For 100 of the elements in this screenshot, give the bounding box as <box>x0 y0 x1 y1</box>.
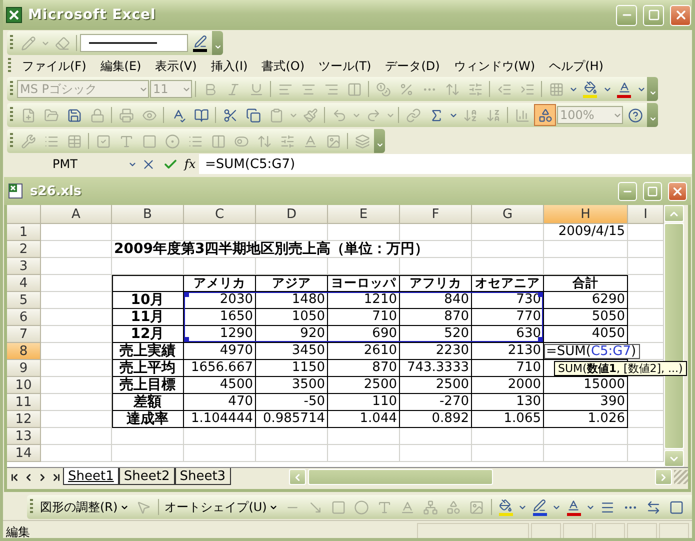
table-cell: アメリカ <box>184 275 256 292</box>
table-cell: 390 <box>544 394 628 411</box>
formula-field[interactable]: =SUM(C5:G7) <box>199 154 692 174</box>
row-header[interactable]: 8 <box>7 343 41 360</box>
toolbar-grip[interactable] <box>10 133 13 149</box>
table-cell <box>112 428 184 445</box>
row-header[interactable]: 3 <box>7 258 41 275</box>
draw-menu-button[interactable]: 図形の調整(R) <box>37 496 132 518</box>
menu-item[interactable]: 編集(E) <box>94 56 148 76</box>
table-cell: アフリカ <box>400 275 472 292</box>
column-header[interactable]: E <box>328 205 400 224</box>
table-cell <box>41 445 112 462</box>
table-cell: 4970 <box>184 343 256 360</box>
column-header[interactable]: C <box>184 205 256 224</box>
row-header[interactable]: 6 <box>7 309 41 326</box>
table-cell <box>112 258 184 275</box>
insert-function-button[interactable]: fx <box>181 157 199 171</box>
toolbar-grip[interactable] <box>10 35 13 51</box>
maximize-button[interactable] <box>643 4 664 26</box>
row-header[interactable]: 1 <box>7 224 41 241</box>
table-cell: 2000 <box>472 377 544 394</box>
window-title: Microsoft Excel <box>28 7 157 23</box>
drawing-icon[interactable] <box>534 104 556 126</box>
row-header[interactable]: 13 <box>7 428 41 445</box>
table-cell: 2230 <box>400 343 472 360</box>
close-button[interactable] <box>668 182 687 200</box>
table-cell: -270 <box>400 394 472 411</box>
maximize-button[interactable] <box>643 182 662 200</box>
table-cell: 1150 <box>256 360 328 377</box>
workbook-icon <box>8 183 24 199</box>
row-header[interactable]: 10 <box>7 377 41 394</box>
toolbar-grip[interactable] <box>10 107 13 123</box>
menu-item[interactable]: 表示(V) <box>149 56 203 76</box>
column-header[interactable]: G <box>472 205 544 224</box>
row-header[interactable]: 5 <box>7 292 41 309</box>
table-cell: アジア <box>256 275 328 292</box>
table-cell: 3500 <box>256 377 328 394</box>
name-box[interactable]: PMT <box>3 155 127 173</box>
sheet-tab[interactable]: Sheet2 <box>118 468 175 485</box>
toolbar-options-button[interactable] <box>647 77 658 101</box>
table-cell: 15000 <box>544 377 628 394</box>
menu-item[interactable]: 挿入(I) <box>204 56 254 76</box>
minimize-button[interactable] <box>616 4 637 26</box>
column-header[interactable]: F <box>400 205 472 224</box>
row-header[interactable]: 2 <box>7 241 41 258</box>
table-cell: 0.985714 <box>256 411 328 428</box>
table-cell <box>41 309 112 326</box>
select-all-button[interactable] <box>7 205 41 224</box>
table-cell: 11月 <box>112 309 184 326</box>
table-cell: 売上平均 <box>112 360 184 377</box>
scroll-down-button[interactable] <box>664 450 684 467</box>
scroll-right-button[interactable] <box>655 469 672 485</box>
line-style-field[interactable] <box>80 34 188 52</box>
table-cell: 470 <box>184 394 256 411</box>
menu-item[interactable]: 書式(O) <box>256 56 311 76</box>
cell-editor[interactable]: =SUM(C5:G7) <box>544 344 640 359</box>
close-button[interactable] <box>670 4 691 26</box>
row-header[interactable]: 4 <box>7 275 41 292</box>
table-cell: 920 <box>256 326 328 343</box>
toolbar-grip[interactable] <box>8 58 11 74</box>
toolbar-grip[interactable] <box>10 81 13 97</box>
table-cell <box>328 258 400 275</box>
menu-item[interactable]: ツール(T) <box>312 56 378 76</box>
minimize-button[interactable] <box>618 182 637 200</box>
scroll-up-button[interactable] <box>664 205 684 222</box>
table-cell: 4050 <box>544 326 628 343</box>
menu-item[interactable]: ファイル(F) <box>16 56 92 76</box>
menu-item[interactable]: ヘルプ(H) <box>543 56 610 76</box>
table-cell: 870 <box>400 309 472 326</box>
sheet-tab[interactable]: Sheet1 <box>63 468 119 485</box>
toolbar-options-button[interactable] <box>647 103 658 127</box>
table-cell <box>472 241 544 258</box>
table-cell: 1.104444 <box>184 411 256 428</box>
table-cell: 2009/4/15 <box>544 224 628 241</box>
column-header[interactable]: A <box>41 205 112 224</box>
toolbar-options-button[interactable] <box>374 129 385 153</box>
row-header[interactable]: 7 <box>7 326 41 343</box>
column-header[interactable]: D <box>256 205 328 224</box>
row-header[interactable]: 9 <box>7 360 41 377</box>
table-cell <box>41 428 112 445</box>
table-cell: 840 <box>400 292 472 309</box>
row-header[interactable]: 14 <box>7 445 41 462</box>
autoshapes-menu-button[interactable]: オートシェイプ(U) <box>162 496 281 518</box>
row-header[interactable]: 12 <box>7 411 41 428</box>
column-header[interactable]: B <box>112 205 184 224</box>
table-cell: 743.3333 <box>400 360 472 377</box>
menu-item[interactable]: データ(D) <box>379 56 446 76</box>
column-header[interactable]: I <box>628 205 664 224</box>
size-grip[interactable] <box>674 470 688 484</box>
scroll-thumb[interactable] <box>308 469 493 485</box>
row-header[interactable]: 11 <box>7 394 41 411</box>
table-cell: 10月 <box>112 292 184 309</box>
toolbar-grip[interactable] <box>30 499 33 515</box>
sheet-tab[interactable]: Sheet3 <box>174 468 231 485</box>
column-header[interactable]: H <box>544 205 628 224</box>
menu-item[interactable]: ウィンドウ(W) <box>448 56 542 76</box>
scroll-left-button[interactable] <box>288 469 306 485</box>
table-cell <box>256 445 328 462</box>
close-icon <box>674 8 688 22</box>
maximize-icon <box>647 186 658 196</box>
